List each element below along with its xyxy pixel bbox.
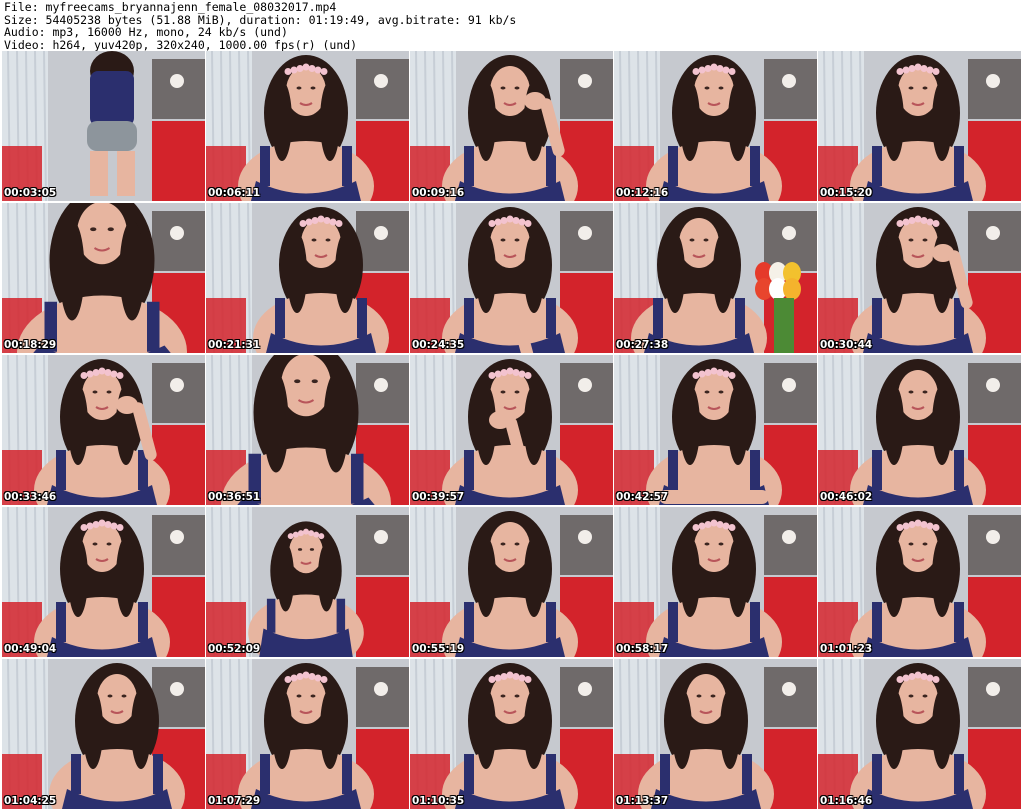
thumbnail-timestamp: 01:01:23 [820, 643, 873, 655]
video-frame-image [410, 355, 613, 505]
thumbnail: 00:24:35 [410, 203, 613, 353]
video-frame-image [206, 659, 409, 809]
video-frame-image [2, 51, 205, 201]
thumbnail: 00:18:29 [2, 203, 205, 353]
thumbnail: 00:36:51 [206, 355, 409, 505]
thumbnail: 00:58:17 [614, 507, 817, 657]
thumbnail-timestamp: 00:06:11 [208, 187, 261, 199]
thumbnail-timestamp: 00:21:31 [208, 339, 261, 351]
thumbnail-timestamp: 00:33:46 [4, 491, 57, 503]
thumbnail-grid: 00:03:05 00:06:11 00:09:16 00:12:16 00:15:20… [2, 51, 1022, 811]
video-frame-image [206, 51, 409, 201]
thumbnail: 00:21:31 [206, 203, 409, 353]
thumbnail: 00:27:38 [614, 203, 817, 353]
thumbnail: 01:04:25 [2, 659, 205, 809]
thumbnail-timestamp: 00:15:20 [820, 187, 873, 199]
thumbnail: 00:49:04 [2, 507, 205, 657]
thumbnail-timestamp: 00:09:16 [412, 187, 465, 199]
thumbnail-timestamp: 00:55:19 [412, 643, 465, 655]
thumbnail-timestamp: 00:58:17 [616, 643, 669, 655]
thumbnail-timestamp: 00:36:51 [208, 491, 261, 503]
thumbnail: 00:46:02 [818, 355, 1021, 505]
thumbnail: 01:10:35 [410, 659, 613, 809]
video-frame-image [818, 203, 1021, 353]
video-info-line: Video: h264, yuv420p, 320x240, 1000.00 f… [4, 37, 358, 52]
video-frame-image [2, 659, 205, 809]
thumbnail: 01:16:46 [818, 659, 1021, 809]
video-frame-image [614, 203, 817, 353]
video-frame-image [410, 659, 613, 809]
video-frame-image [818, 507, 1021, 657]
video-frame-image [614, 355, 817, 505]
video-frame-image [614, 507, 817, 657]
thumbnail: 00:12:16 [614, 51, 817, 201]
video-frame-image [818, 659, 1021, 809]
video-frame-image [818, 51, 1021, 201]
thumbnail: 00:39:57 [410, 355, 613, 505]
thumbnail-timestamp: 00:39:57 [412, 491, 465, 503]
thumbnail: 00:52:09 [206, 507, 409, 657]
thumbnail: 00:55:19 [410, 507, 613, 657]
thumbnail: 01:01:23 [818, 507, 1021, 657]
file-name-line: File: myfreecams_bryannajenn_female_0803… [4, 0, 337, 14]
video-frame-image [410, 507, 613, 657]
thumbnail: 00:30:44 [818, 203, 1021, 353]
video-frame-image [206, 355, 409, 505]
thumbnail: 00:33:46 [2, 355, 205, 505]
thumbnail-timestamp: 00:12:16 [616, 187, 669, 199]
thumbnail-timestamp: 00:27:38 [616, 339, 669, 351]
thumbnail: 00:15:20 [818, 51, 1021, 201]
video-frame-image [206, 203, 409, 353]
thumbnail: 00:06:11 [206, 51, 409, 201]
thumbnail-timestamp: 00:30:44 [820, 339, 873, 351]
video-frame-image [614, 659, 817, 809]
thumbnail: 01:13:37 [614, 659, 817, 809]
file-info-header: File: myfreecams_bryannajenn_female_0803… [4, 1, 1020, 51]
thumbnail-timestamp: 00:42:57 [616, 491, 669, 503]
thumbnail-timestamp: 00:18:29 [4, 339, 57, 351]
video-frame-image [2, 355, 205, 505]
thumbnail-timestamp: 01:10:35 [412, 795, 465, 807]
thumbnail-timestamp: 00:52:09 [208, 643, 261, 655]
thumbnail: 00:03:05 [2, 51, 205, 201]
video-frame-image [410, 51, 613, 201]
thumbnail-timestamp: 00:03:05 [4, 187, 57, 199]
thumbnail: 00:09:16 [410, 51, 613, 201]
video-frame-image [410, 203, 613, 353]
thumbnail-timestamp: 00:24:35 [412, 339, 465, 351]
video-frame-image [206, 507, 409, 657]
thumbnail-timestamp: 01:16:46 [820, 795, 873, 807]
audio-info-line: Audio: mp3, 16000 Hz, mono, 24 kb/s (und… [4, 25, 288, 39]
video-frame-image [2, 507, 205, 657]
thumbnail-timestamp: 01:07:29 [208, 795, 261, 807]
thumbnail: 01:07:29 [206, 659, 409, 809]
video-frame-image [2, 203, 205, 353]
video-frame-image [614, 51, 817, 201]
video-frame-image [818, 355, 1021, 505]
thumbnail-timestamp: 01:13:37 [616, 795, 669, 807]
thumbnail-timestamp: 00:49:04 [4, 643, 57, 655]
thumbnail-timestamp: 01:04:25 [4, 795, 57, 807]
thumbnail-timestamp: 00:46:02 [820, 491, 873, 503]
thumbnail: 00:42:57 [614, 355, 817, 505]
